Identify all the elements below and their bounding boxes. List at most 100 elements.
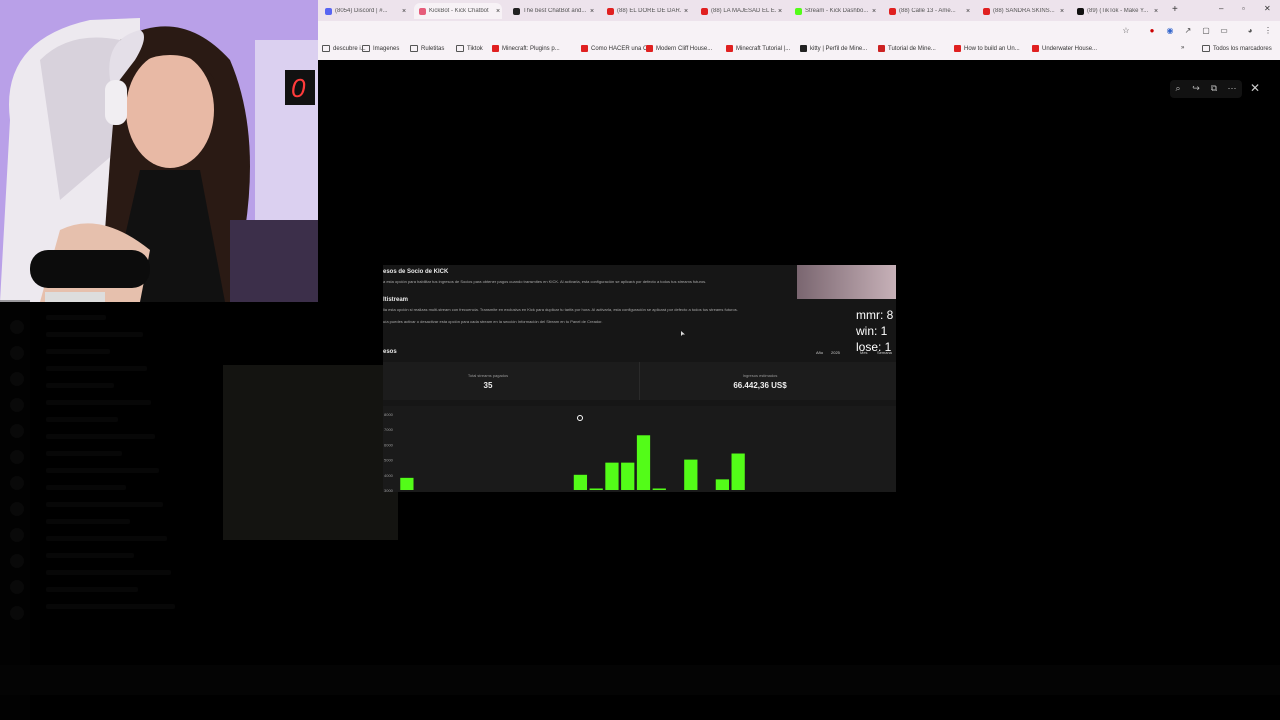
poster-text <box>264 443 332 458</box>
link-icon[interactable]: ↗ <box>1183 26 1193 36</box>
bookmark-item[interactable]: Tutorial de Mine... <box>878 45 936 52</box>
channel-item[interactable] <box>46 434 155 439</box>
server-icon[interactable] <box>10 398 24 412</box>
bookmark-item[interactable]: How to build an Un... <box>954 45 1020 52</box>
server-icon[interactable] <box>10 320 24 334</box>
minimize-icon[interactable]: – <box>1219 4 1223 13</box>
channel-item[interactable] <box>46 519 130 524</box>
channel-item[interactable] <box>46 570 171 575</box>
more-bookmarks-button[interactable]: » <box>1181 45 1184 51</box>
opera-icon[interactable]: ● <box>1147 26 1157 36</box>
chart-bar[interactable] <box>621 462 635 490</box>
maximize-icon[interactable]: ▫ <box>1242 4 1245 13</box>
tab-close-icon[interactable]: × <box>1152 8 1160 15</box>
share-icon[interactable]: ↪ <box>1190 83 1202 94</box>
server-icon[interactable] <box>10 580 24 594</box>
server-icon[interactable] <box>10 528 24 542</box>
tab-close-icon[interactable]: × <box>494 8 502 15</box>
bookmark-item[interactable]: Imagenes <box>362 45 399 52</box>
zoom-icon[interactable]: ⌕ <box>1172 83 1184 94</box>
tab-5[interactable]: Stream - Kick Dashbo... × <box>790 3 878 19</box>
tab-label: (88) SANDRA SKINS... <box>993 8 1055 14</box>
tab-close-icon[interactable]: × <box>1058 8 1066 15</box>
channel-item[interactable] <box>46 332 143 337</box>
channel-item[interactable] <box>46 587 138 592</box>
more-icon[interactable]: ⋯ <box>1226 83 1238 94</box>
background-image-poster <box>223 365 398 540</box>
tab-close-icon[interactable]: × <box>400 8 408 15</box>
server-icon[interactable] <box>10 346 24 360</box>
bookmark-label: kitty | Perfil de Mine... <box>810 45 868 52</box>
server-icon[interactable] <box>10 424 24 438</box>
chart-bar[interactable] <box>605 462 619 490</box>
puzzle-icon[interactable]: ▢ <box>1201 26 1211 36</box>
folder-icon <box>1202 45 1210 52</box>
profile-avatar-icon[interactable]: ◕ <box>1245 26 1255 36</box>
chart-bar[interactable] <box>400 477 414 490</box>
server-icon[interactable] <box>10 606 24 620</box>
server-icon[interactable] <box>10 372 24 386</box>
channel-item[interactable] <box>46 366 147 371</box>
tab-label: KickBot - Kick Chatbot <box>429 8 489 14</box>
server-icon[interactable] <box>10 476 24 490</box>
tab-close-icon[interactable]: × <box>588 8 596 15</box>
chart-bar[interactable] <box>652 488 666 490</box>
channel-item[interactable] <box>46 536 167 541</box>
channel-item[interactable] <box>46 315 106 320</box>
chart-bar[interactable] <box>589 488 603 490</box>
tab-1[interactable]: KickBot - Kick Chatbot × <box>414 3 502 19</box>
chart-bar[interactable] <box>684 459 698 490</box>
tab-2[interactable]: The best ChatBot and... × <box>508 3 596 19</box>
chart-bar[interactable] <box>715 479 729 490</box>
channel-item[interactable] <box>46 400 151 405</box>
tab-close-icon[interactable]: × <box>776 8 784 15</box>
tab-4[interactable]: (88) LA MAJESAD EL E... × <box>696 3 784 19</box>
chart-bar[interactable] <box>573 474 588 490</box>
channel-item[interactable] <box>46 468 159 473</box>
bookmark-item[interactable]: Como HACER una C... <box>581 45 652 52</box>
open-external-icon[interactable]: ⧉ <box>1208 83 1220 94</box>
close-viewer-icon[interactable]: ✕ <box>1250 81 1260 95</box>
bookmark-item[interactable]: descubre i... <box>322 45 366 52</box>
tab-close-icon[interactable]: × <box>870 8 878 15</box>
background-page-dimmed <box>0 300 400 720</box>
channel-item[interactable] <box>46 502 163 507</box>
channel-item[interactable] <box>46 417 118 422</box>
tab-close-icon[interactable]: × <box>682 8 690 15</box>
server-icon[interactable] <box>10 502 24 516</box>
bookmark-item[interactable]: Tiktok <box>456 45 483 52</box>
tab-8[interactable]: (89) (TikTok - Make Y... × <box>1072 3 1160 19</box>
chart-bar[interactable] <box>636 435 651 490</box>
tab-3[interactable]: (88) EL DORE DE DAR... × <box>602 3 690 19</box>
bookmark-item[interactable]: Underwater House... <box>1032 45 1097 52</box>
server-icon[interactable] <box>10 554 24 568</box>
close-window-icon[interactable]: ✕ <box>1264 4 1271 13</box>
more-menu-icon[interactable]: ⋮ <box>1263 26 1273 36</box>
bookmark-item[interactable]: Ruletitas <box>410 45 444 52</box>
channel-item[interactable] <box>46 553 134 558</box>
bookmark-item[interactable]: Minecraft: Plugins p... <box>492 45 560 52</box>
bookmark-item[interactable]: kitty | Perfil de Mine... <box>800 45 867 52</box>
year-label: Año <box>816 350 824 355</box>
all-bookmarks-button[interactable]: Todos los marcadores <box>1202 45 1272 52</box>
tab-0[interactable]: (8054) Discord | #... × <box>320 3 408 19</box>
bookmark-label: How to build an Un... <box>964 45 1020 52</box>
chart-bar[interactable] <box>731 453 745 490</box>
channel-item[interactable] <box>46 451 122 456</box>
extension-icon[interactable]: ◉ <box>1165 26 1175 36</box>
tab-7[interactable]: (88) SANDRA SKINS... × <box>978 3 1066 19</box>
server-icon[interactable] <box>10 450 24 464</box>
bookmark-item[interactable]: Modern Cliff House... <box>646 45 712 52</box>
channel-item[interactable] <box>46 604 175 609</box>
channel-item[interactable] <box>46 349 110 354</box>
bookmark-item[interactable]: Minecraft Tutorial |... <box>726 45 790 52</box>
tab-6[interactable]: (88) Calle 13 - Ame... × <box>884 3 972 19</box>
tab-close-icon[interactable]: × <box>964 8 972 15</box>
channel-item[interactable] <box>46 383 114 388</box>
channel-item[interactable] <box>46 485 126 490</box>
bookmark-icon[interactable]: ▭ <box>1219 26 1229 36</box>
new-tab-button[interactable]: + <box>1172 4 1178 15</box>
section-partner-desc: a esta opción para habilitar tus ingreso… <box>383 279 707 284</box>
star-icon[interactable]: ☆ <box>1121 26 1131 36</box>
year-select[interactable]: 2025 <box>831 350 840 355</box>
